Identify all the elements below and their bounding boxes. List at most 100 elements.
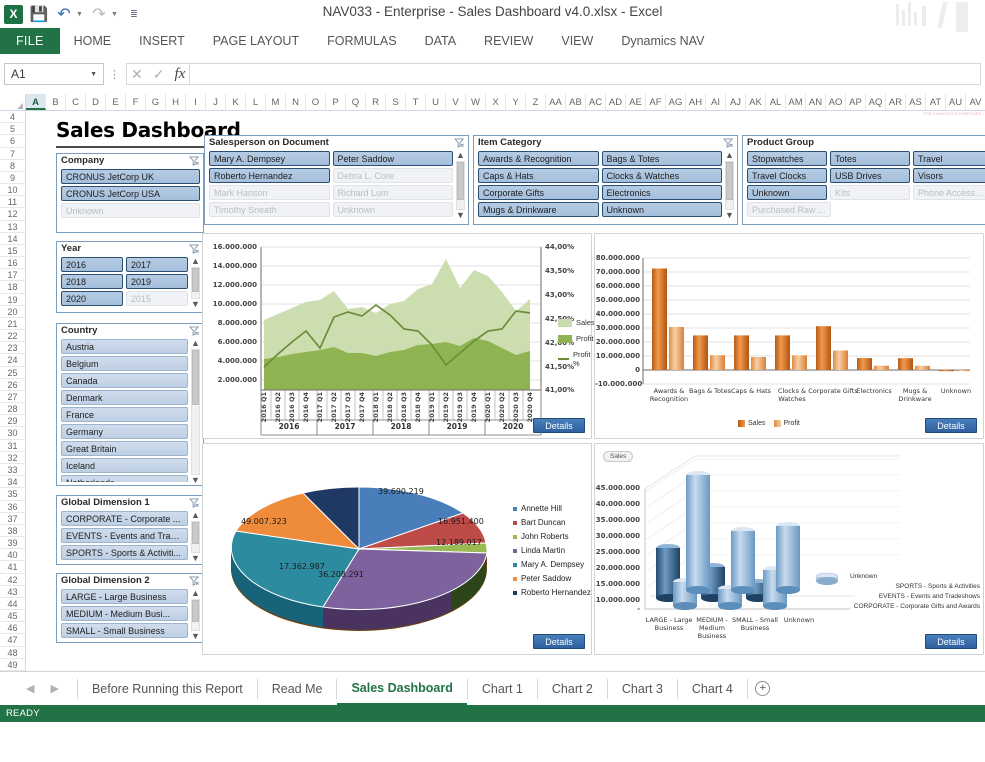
row-header-13[interactable]: 13 — [0, 221, 25, 233]
column-header-f[interactable]: F — [126, 94, 146, 110]
slicer-item[interactable]: 2020 — [61, 291, 123, 306]
row-header-37[interactable]: 37 — [0, 513, 25, 525]
slicer-item[interactable]: France — [61, 407, 188, 422]
name-box[interactable]: A1 ▼ — [4, 63, 104, 85]
slicer-salesperson-scrollbar[interactable]: ▲ ▼ — [455, 151, 466, 220]
slicer-item[interactable]: 2017 — [126, 257, 188, 272]
row-header-39[interactable]: 39 — [0, 537, 25, 550]
column-header-u[interactable]: U — [426, 94, 446, 110]
clear-filter-icon[interactable] — [189, 326, 200, 336]
row-header-32[interactable]: 32 — [0, 452, 25, 464]
sheet-tab-chart-4[interactable]: Chart 4 — [678, 672, 747, 705]
chart-sales-by-salesperson[interactable]: 39.690.219 16.951.400 12.189.017 36.208.… — [202, 443, 592, 655]
scroll-track[interactable] — [191, 267, 200, 299]
row-header-9[interactable]: 9 — [0, 172, 25, 185]
slicer-item[interactable]: Phone Accessori... — [913, 185, 985, 200]
slicer-item[interactable]: Purchased Raw ... — [747, 202, 831, 217]
clear-filter-icon[interactable] — [454, 138, 465, 148]
column-header-r[interactable]: R — [366, 94, 386, 110]
row-header-8[interactable]: 8 — [0, 160, 25, 172]
slicer-item[interactable]: Unknown — [747, 185, 827, 200]
column-header-ap[interactable]: AP — [846, 94, 866, 110]
row-header-10[interactable]: 10 — [0, 184, 25, 197]
scroll-track[interactable] — [191, 599, 200, 631]
ribbon-tab-file[interactable]: FILE — [0, 28, 60, 54]
slicer-country[interactable]: Country Austria Belgium Canada Denmark F… — [56, 323, 204, 486]
row-header-5[interactable]: 5 — [0, 123, 25, 136]
scroll-thumb[interactable] — [726, 162, 733, 200]
column-header-z[interactable]: Z — [526, 94, 546, 110]
column-header-l[interactable]: L — [246, 94, 266, 110]
select-all-corner[interactable] — [0, 94, 26, 110]
slicer-item[interactable]: Belgium — [61, 356, 188, 371]
row-header-36[interactable]: 36 — [0, 501, 25, 513]
column-header-h[interactable]: H — [166, 94, 186, 110]
column-header-ar[interactable]: AR — [886, 94, 906, 110]
column-header-y[interactable]: Y — [506, 94, 526, 110]
column-header-s[interactable]: S — [386, 94, 406, 110]
prev-sheet-icon[interactable]: ◀ — [26, 682, 34, 695]
ribbon-tab-formulas[interactable]: FORMULAS — [313, 28, 410, 54]
column-header-o[interactable]: O — [306, 94, 326, 110]
sheet-tab-chart-3[interactable]: Chart 3 — [608, 672, 677, 705]
clear-filter-icon[interactable] — [723, 138, 734, 148]
row-header-30[interactable]: 30 — [0, 427, 25, 440]
scroll-track[interactable] — [191, 521, 200, 553]
scroll-up-icon[interactable]: ▲ — [191, 589, 200, 598]
row-header-40[interactable]: 40 — [0, 549, 25, 562]
row-header-27[interactable]: 27 — [0, 391, 25, 404]
scroll-up-icon[interactable]: ▲ — [456, 151, 465, 160]
chart-sales-by-global-dimension[interactable]: Sales 45.000.000 40.000.000 35.000.000 3… — [594, 443, 984, 655]
column-header-ab[interactable]: AB — [566, 94, 586, 110]
slicer-item[interactable]: Iceland — [61, 458, 188, 473]
ribbon-tab-home[interactable]: HOME — [60, 28, 126, 54]
sheet-tab-chart-1[interactable]: Chart 1 — [468, 672, 537, 705]
slicer-item[interactable]: Canada — [61, 373, 188, 388]
row-header-19[interactable]: 19 — [0, 294, 25, 306]
slicer-item[interactable]: CRONUS JetCorp USA — [61, 186, 200, 201]
row-header-17[interactable]: 17 — [0, 269, 25, 282]
scroll-down-icon[interactable]: ▼ — [191, 476, 200, 485]
scroll-track[interactable] — [725, 161, 734, 210]
scroll-thumb[interactable] — [192, 350, 199, 405]
scroll-thumb[interactable] — [192, 522, 199, 544]
slicer-item[interactable]: Mugs & Drinkware — [478, 202, 599, 217]
column-header-ai[interactable]: AI — [706, 94, 726, 110]
scroll-up-icon[interactable]: ▲ — [191, 339, 200, 348]
row-header-18[interactable]: 18 — [0, 281, 25, 294]
sheet-tab-read-me[interactable]: Read Me — [258, 672, 337, 705]
row-header-23[interactable]: 23 — [0, 342, 25, 355]
scroll-down-icon[interactable]: ▼ — [456, 211, 465, 220]
slicer-item[interactable]: Clocks & Watches — [601, 168, 722, 183]
name-box-chevron-down-icon[interactable]: ▼ — [90, 71, 97, 78]
slicer-item[interactable]: Richard Lum — [332, 185, 453, 200]
slicer-item[interactable]: Timothy Sneath — [209, 202, 330, 217]
slicer-item[interactable]: SPORTS - Sports & Activiti... — [61, 545, 188, 560]
row-header-20[interactable]: 20 — [0, 306, 25, 318]
chart-sales-profit-by-item-category[interactable]: 80.000.000 70.000.000 60.000.000 50.000.… — [594, 233, 984, 439]
slicer-item[interactable]: CRONUS JetCorp UK — [61, 169, 200, 184]
column-header-i[interactable]: I — [186, 94, 206, 110]
chart-sales-profit-trend[interactable]: 16.000.000 14.000.000 12.000.000 10.000.… — [202, 233, 595, 439]
column-header-a[interactable]: A — [26, 94, 46, 110]
clear-filter-icon[interactable] — [189, 576, 200, 586]
slicer-item[interactable]: Roberto Hernandez — [209, 168, 330, 183]
slicer-item[interactable]: Unknown — [61, 203, 200, 218]
slicer-item[interactable]: Germany — [61, 424, 188, 439]
column-header-w[interactable]: W — [466, 94, 486, 110]
sheet-tab-sales-dashboard[interactable]: Sales Dashboard — [337, 672, 467, 705]
row-header-48[interactable]: 48 — [0, 647, 25, 659]
details-button[interactable]: Details — [533, 634, 585, 649]
row-header-22[interactable]: 22 — [0, 330, 25, 343]
slicer-item[interactable]: Mary A. Dempsey — [209, 151, 330, 166]
ribbon-tab-dynamics-nav[interactable]: Dynamics NAV — [607, 28, 718, 54]
scroll-down-icon[interactable]: ▼ — [725, 211, 734, 220]
column-header-e[interactable]: E — [106, 94, 126, 110]
column-header-b[interactable]: B — [46, 94, 66, 110]
slicer-item[interactable]: Stopwatches — [747, 151, 827, 166]
details-button[interactable]: Details — [925, 634, 977, 649]
slicer-item[interactable]: Mark Hanson — [209, 185, 330, 200]
row-header-49[interactable]: 49 — [0, 659, 25, 671]
details-button[interactable]: Details — [533, 418, 585, 433]
column-header-m[interactable]: M — [266, 94, 286, 110]
